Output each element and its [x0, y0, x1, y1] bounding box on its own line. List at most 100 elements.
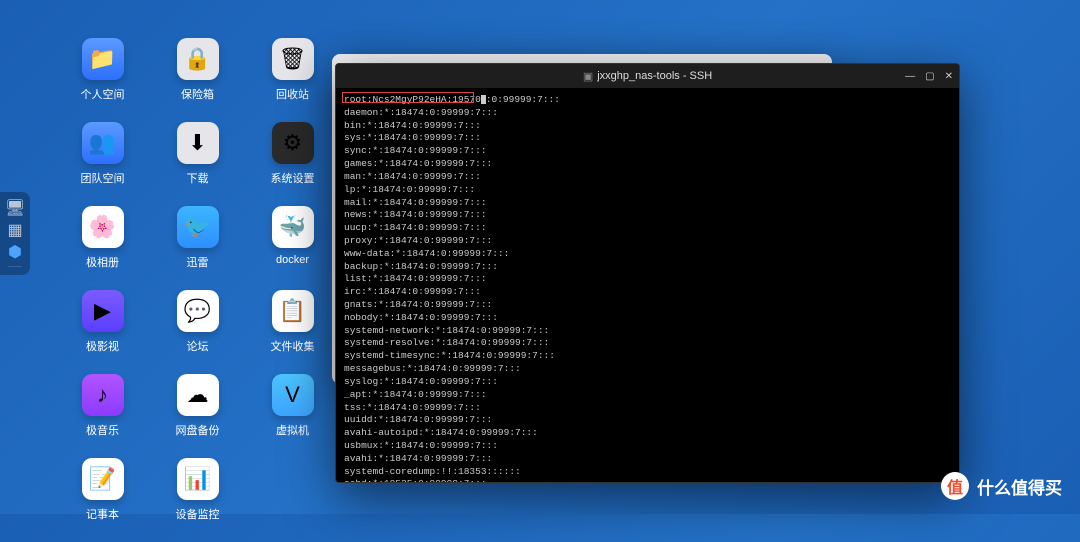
maximize-button[interactable]: ▢	[925, 71, 934, 82]
app-label: 设备监控	[176, 506, 220, 522]
video-icon: ▶	[82, 290, 124, 332]
app-label: 极影视	[86, 338, 119, 354]
app-folder-personal[interactable]: 📁 个人空间	[55, 38, 150, 122]
terminal-line: _apt:*:18474:0:99999:7:::	[344, 389, 951, 402]
terminal-line: systemd-resolve:*:18474:0:99999:7:::	[344, 337, 951, 350]
vm-icon: V	[272, 374, 314, 416]
app-label: 文件收集	[271, 338, 315, 354]
app-safe[interactable]: 🔒 保险箱	[150, 38, 245, 122]
terminal-line: sync:*:18474:0:99999:7:::	[344, 145, 951, 158]
dock: 🖥▦⬢	[0, 192, 30, 275]
terminal-line: root:Ncs2MgyP92eHA:19570:0:99999:7:::	[344, 94, 951, 107]
terminal-line: irc:*:18474:0:99999:7:::	[344, 286, 951, 299]
terminal-line: systemd-timesync:*:18474:0:99999:7:::	[344, 350, 951, 363]
app-label: 记事本	[86, 506, 119, 522]
app-notes[interactable]: 📝 记事本	[55, 458, 150, 542]
terminal-line: daemon:*:18474:0:99999:7:::	[344, 107, 951, 120]
terminal-line: avahi-autoipd:*:18474:0:99999:7:::	[344, 427, 951, 440]
terminal-line: man:*:18474:0:99999:7:::	[344, 171, 951, 184]
terminal-line: systemd-coredump:!!:18353::::::	[344, 466, 951, 479]
terminal-title: jxxghp_nas-tools - SSH	[597, 70, 712, 82]
folder-personal-icon: 📁	[82, 38, 124, 80]
app-label: docker	[276, 254, 309, 266]
docker-icon[interactable]: ⬢	[5, 242, 25, 262]
app-label: 迅雷	[187, 254, 209, 270]
app-video[interactable]: ▶ 极影视	[55, 290, 150, 374]
app-downloads[interactable]: ⬇ 下载	[150, 122, 245, 206]
terminal-window[interactable]: ▣ jxxghp_nas-tools - SSH — ▢ ✕ root:Ncs2…	[335, 63, 960, 483]
desktop: 📁 个人空间 🔒 保险箱 🗑 回收站 👥 团队空间 ⬇ 下载 ⚙ 系统设置 🌸 极相册 🐦 迅雷 🐳 docker…	[55, 38, 340, 542]
app-label: 回收站	[276, 86, 309, 102]
monitor-icon: 📊	[177, 458, 219, 500]
terminal-line: sshd:*:18535:0:99999:7:::	[344, 478, 951, 482]
terminal-header[interactable]: ▣ jxxghp_nas-tools - SSH — ▢ ✕	[336, 64, 959, 88]
terminal-body[interactable]: root:Ncs2MgyP92eHA:19570:0:99999:7:::dae…	[336, 88, 959, 482]
app-folder-team[interactable]: 👥 团队空间	[55, 122, 150, 206]
app-label: 保险箱	[181, 86, 214, 102]
cloud-backup-icon: ☁	[177, 374, 219, 416]
app-photos[interactable]: 🌸 极相册	[55, 206, 150, 290]
app-monitor[interactable]: 📊 设备监控	[150, 458, 245, 542]
folder-team-icon: 👥	[82, 122, 124, 164]
terminal-line: news:*:18474:0:99999:7:::	[344, 209, 951, 222]
terminal-line: syslog:*:18474:0:99999:7:::	[344, 376, 951, 389]
terminal-line: systemd-network:*:18474:0:99999:7:::	[344, 325, 951, 338]
app-label: 下载	[187, 170, 209, 186]
app-trash[interactable]: 🗑 回收站	[245, 38, 340, 122]
app-label: 虚拟机	[276, 422, 309, 438]
close-button[interactable]: ✕	[945, 71, 953, 82]
xunlei-icon: 🐦	[177, 206, 219, 248]
terminal-line: messagebus:*:18474:0:99999:7:::	[344, 363, 951, 376]
terminal-line: bin:*:18474:0:99999:7:::	[344, 120, 951, 133]
safe-icon: 🔒	[177, 38, 219, 80]
app-cloud-backup[interactable]: ☁ 网盘备份	[150, 374, 245, 458]
app-collect[interactable]: 📋 文件收集	[245, 290, 340, 374]
watermark-badge: 值	[941, 472, 969, 500]
app-label: 极相册	[86, 254, 119, 270]
terminal-line: tss:*:18474:0:99999:7:::	[344, 402, 951, 415]
terminal-line: www-data:*:18474:0:99999:7:::	[344, 248, 951, 261]
docker-icon: 🐳	[272, 206, 314, 248]
terminal-line: uucp:*:18474:0:99999:7:::	[344, 222, 951, 235]
app-docker[interactable]: 🐳 docker	[245, 206, 340, 290]
app-music[interactable]: ♪ 极音乐	[55, 374, 150, 458]
collect-icon: 📋	[272, 290, 314, 332]
cursor-icon	[481, 95, 486, 104]
dock-separator	[8, 266, 22, 267]
downloads-icon: ⬇	[177, 122, 219, 164]
terminal-line: gnats:*:18474:0:99999:7:::	[344, 299, 951, 312]
app-vm[interactable]: V 虚拟机	[245, 374, 340, 458]
terminal-line: lp:*:18474:0:99999:7:::	[344, 184, 951, 197]
terminal-line: backup:*:18474:0:99999:7:::	[344, 261, 951, 274]
minimize-button[interactable]: —	[905, 71, 915, 82]
app-xunlei[interactable]: 🐦 迅雷	[150, 206, 245, 290]
app-label: 个人空间	[81, 86, 125, 102]
app-label: 团队空间	[81, 170, 125, 186]
photos-icon: 🌸	[82, 206, 124, 248]
terminal-line: sys:*:18474:0:99999:7:::	[344, 132, 951, 145]
terminal-line: usbmux:*:18474:0:99999:7:::	[344, 440, 951, 453]
terminal-line: uuidd:*:18474:0:99999:7:::	[344, 414, 951, 427]
apps-icon[interactable]: ▦	[5, 220, 25, 240]
app-label: 论坛	[187, 338, 209, 354]
notes-icon: 📝	[82, 458, 124, 500]
monitor-icon[interactable]: 🖥	[5, 198, 25, 218]
terminal-line: proxy:*:18474:0:99999:7:::	[344, 235, 951, 248]
app-label: 极音乐	[86, 422, 119, 438]
terminal-line: nobody:*:18474:0:99999:7:::	[344, 312, 951, 325]
settings-icon: ⚙	[272, 122, 314, 164]
terminal-line: list:*:18474:0:99999:7:::	[344, 273, 951, 286]
terminal-icon: ▣	[583, 70, 593, 83]
music-icon: ♪	[82, 374, 124, 416]
watermark: 值 什么值得买	[941, 472, 1062, 500]
app-label: 网盘备份	[176, 422, 220, 438]
terminal-line: games:*:18474:0:99999:7:::	[344, 158, 951, 171]
app-settings[interactable]: ⚙ 系统设置	[245, 122, 340, 206]
terminal-line: avahi:*:18474:0:99999:7:::	[344, 453, 951, 466]
forum-icon: 💬	[177, 290, 219, 332]
terminal-line: mail:*:18474:0:99999:7:::	[344, 197, 951, 210]
app-forum[interactable]: 💬 论坛	[150, 290, 245, 374]
app-label: 系统设置	[271, 170, 315, 186]
watermark-text: 什么值得买	[977, 474, 1062, 499]
trash-icon: 🗑	[272, 38, 314, 80]
